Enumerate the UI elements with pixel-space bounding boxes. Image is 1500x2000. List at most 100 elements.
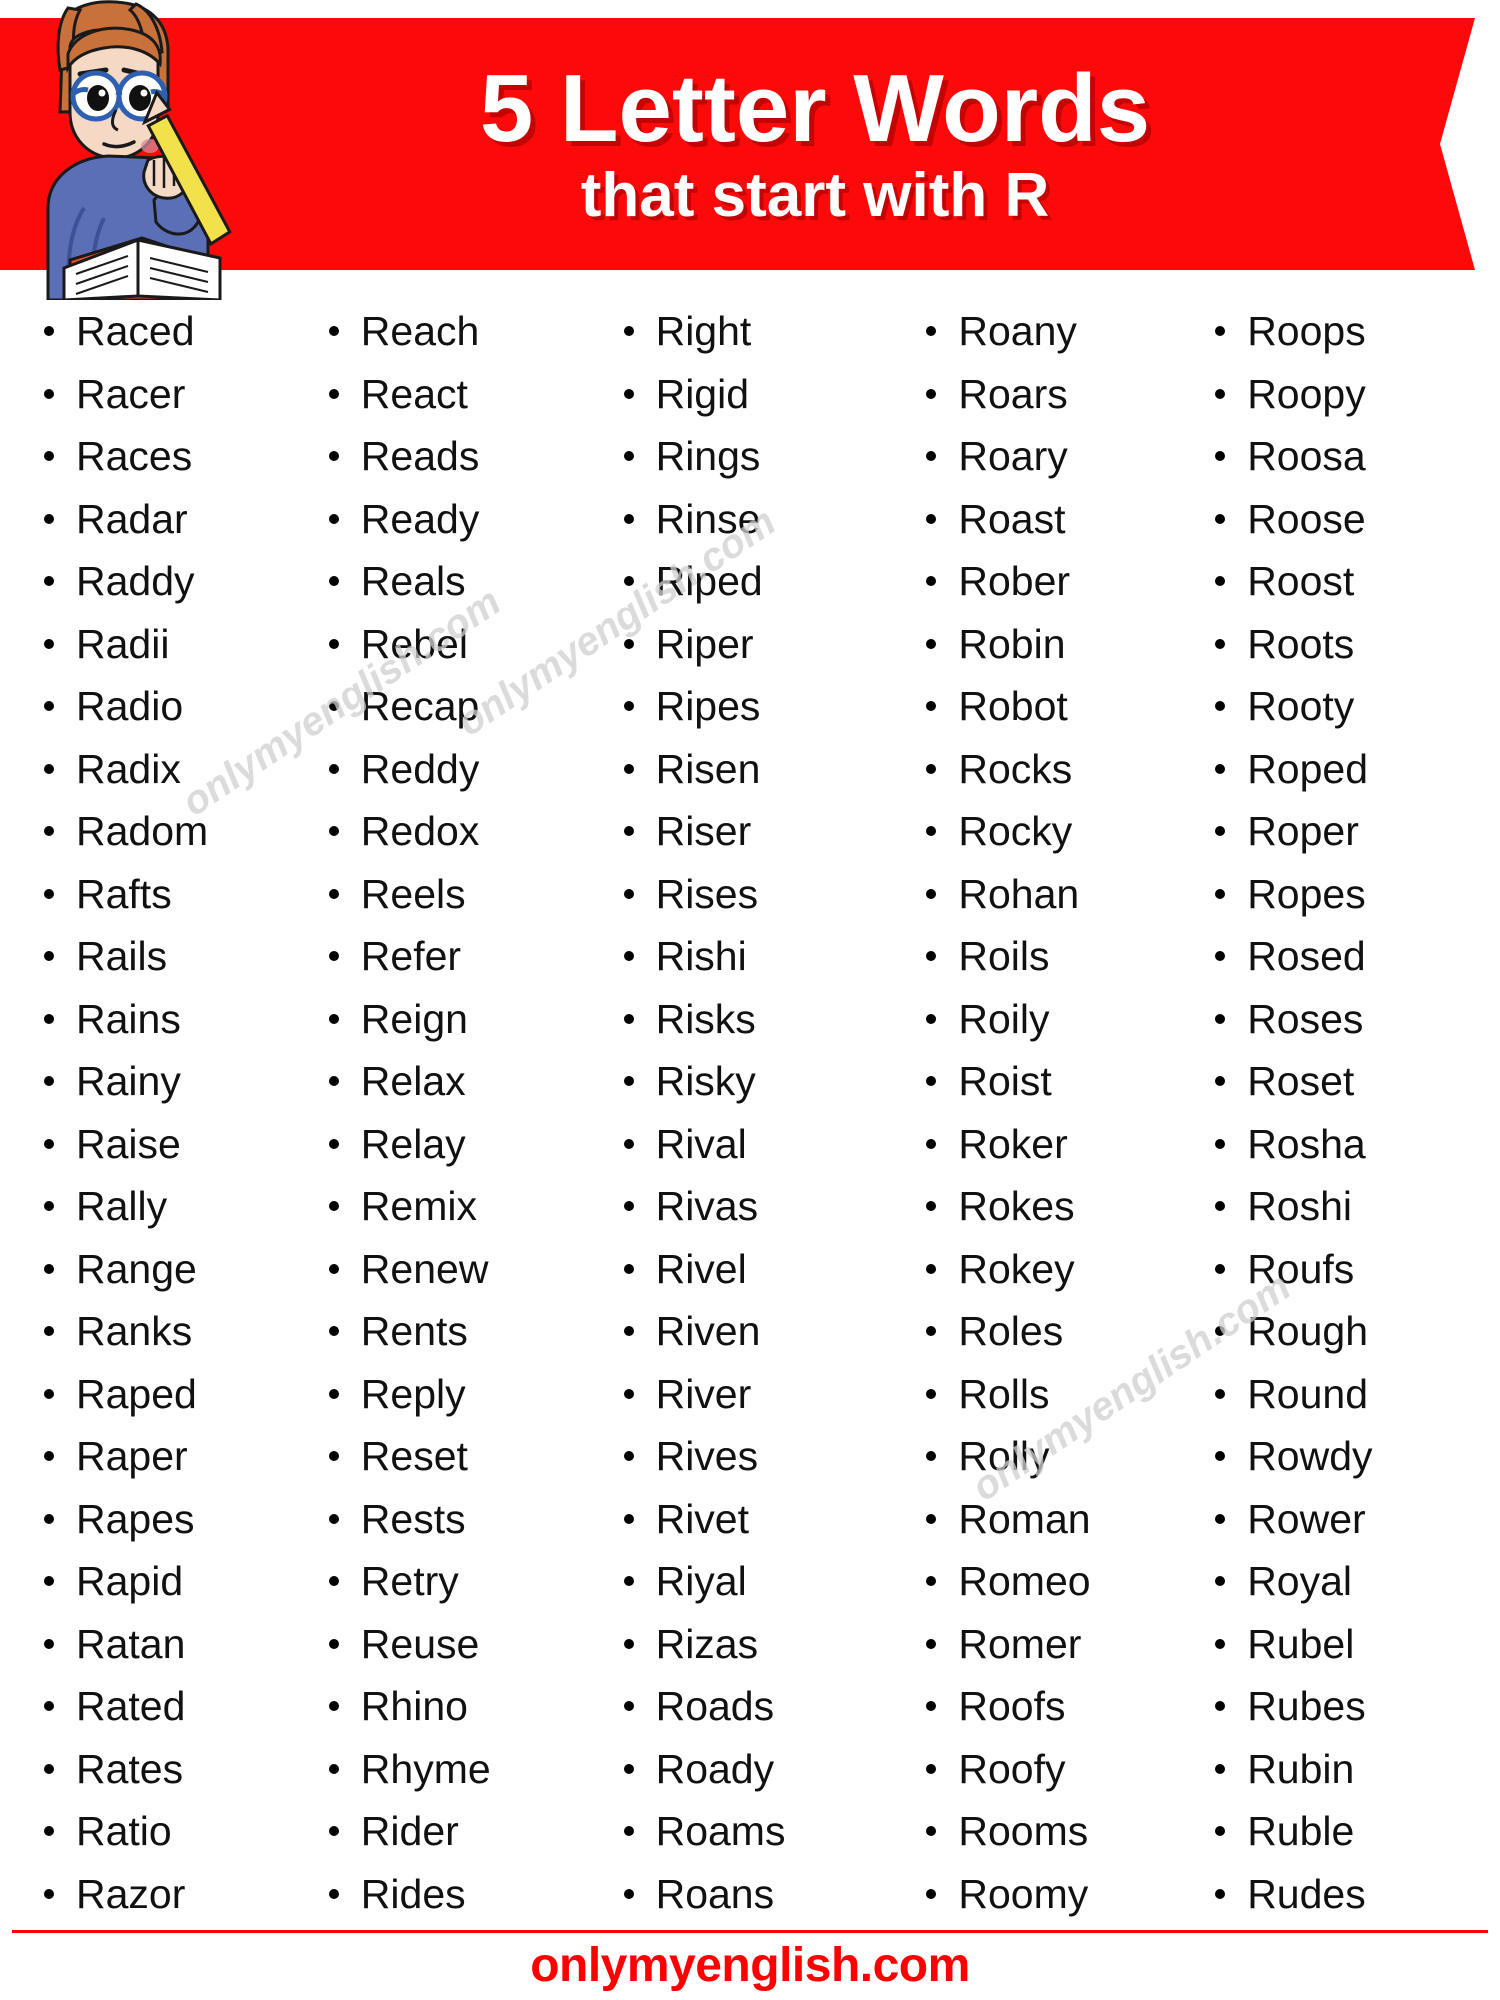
bullet-icon [926,1263,937,1274]
bullet-icon [926,1388,937,1399]
list-item: Roses [1195,988,1492,1051]
word-text: Rocks [958,745,1073,792]
word-text: Rails [76,933,168,979]
word-text: Roman [958,1495,1091,1542]
word-text: Rocky [958,808,1073,854]
word-text: Radii [76,620,170,667]
word-text: Riyal [655,1558,747,1604]
list-item: Races [8,425,305,488]
bullet-icon [926,1513,937,1524]
bullet-icon [44,451,54,461]
bullet-icon [926,1201,937,1211]
word-text: Roady [655,1745,775,1792]
word-text: Radix [76,745,181,792]
list-item: Rishi [602,925,899,988]
word-text: Reign [360,995,468,1042]
bullet-icon [328,1763,339,1774]
word-text: Ratan [76,1620,186,1667]
word-text: River [655,1370,752,1417]
list-item: Roars [898,363,1195,426]
word-list-infographic: 5 Letter Words that start with R Raced R… [0,0,1500,2000]
list-item: Renew [305,1238,602,1301]
word-text: Rafts [76,870,172,917]
word-text: Reads [360,433,480,479]
word-text: Roils [958,933,1050,979]
word-text: Rises [655,870,759,917]
list-item: Roils [898,925,1195,988]
word-text: Rubel [1247,1620,1355,1667]
list-item: Roomy [898,1863,1195,1926]
bullet-icon [1215,1076,1226,1086]
word-columns: Raced Racer Races Radar Raddy Radii Radi… [0,300,1500,1917]
bullet-icon [44,763,54,774]
word-text: Raise [76,1120,181,1167]
bullet-icon [328,388,339,399]
list-item: Rigid [602,363,899,426]
word-text: Roshi [1247,1183,1353,1229]
list-item: Rolls [898,1363,1195,1426]
bullet-icon [623,576,634,586]
bullet-icon [926,888,937,899]
word-column-1: Raced Racer Races Radar Raddy Radii Radi… [8,300,305,1917]
word-text: Riped [655,558,763,604]
bullet-icon [623,1701,634,1711]
list-item: Razor [8,1863,305,1926]
list-item: Ripes [602,675,899,738]
word-text: Roams [655,1808,786,1854]
list-item: Roary [898,425,1195,488]
bullet-icon [1215,1263,1226,1274]
list-item: Roots [1195,613,1492,676]
bullet-icon [623,451,634,461]
list-item: Rises [602,863,899,926]
word-text: Rivel [655,1245,747,1292]
list-item: Risks [602,988,899,1051]
bullet-icon [328,1638,339,1649]
word-text: Raced [76,308,195,354]
bullet-icon [623,638,634,649]
bullet-icon [926,326,937,336]
bullet-icon [623,763,634,774]
list-item: Rooty [1195,675,1492,738]
list-item: Romer [898,1613,1195,1676]
list-item: Rohan [898,863,1195,926]
list-item: Rafts [8,863,305,926]
list-item: Rocky [898,800,1195,863]
page-title: 5 Letter Words [479,54,1151,162]
list-item: Rainy [8,1050,305,1113]
list-item: Reddy [305,738,602,801]
list-item: Rinse [602,488,899,551]
list-item: Relax [305,1050,602,1113]
bullet-icon [328,1888,339,1899]
word-text: Roans [655,1870,775,1917]
bullet-icon [623,326,634,336]
word-text: Right [655,308,752,354]
word-text: Rooty [1247,683,1355,729]
list-item: Roset [1195,1050,1492,1113]
word-text: Rhino [360,1683,468,1729]
word-text: Roads [655,1683,775,1729]
list-item: React [305,363,602,426]
list-item: Robot [898,675,1195,738]
bullet-icon [44,1138,54,1149]
bullet-icon [1215,1763,1226,1774]
word-text: Roper [1247,808,1359,854]
bullet-icon [328,1326,339,1336]
word-text: Raper [76,1433,188,1479]
word-text: Rests [360,1495,466,1542]
word-text: Ripes [655,683,761,729]
list-item: Rider [305,1800,602,1863]
bullet-icon [44,1013,54,1024]
list-item: Ruble [1195,1800,1492,1863]
bullet-icon [1215,1701,1226,1711]
list-item: Roofy [898,1738,1195,1801]
list-item: Ratio [8,1800,305,1863]
word-text: Round [1247,1370,1369,1417]
bullet-icon [328,1138,339,1149]
bullet-icon [44,1263,54,1274]
bullet-icon [926,1451,937,1461]
bullet-icon [44,576,54,586]
list-item: Robin [898,613,1195,676]
word-text: Roset [1247,1058,1355,1104]
word-text: Roost [1247,558,1355,604]
word-text: Rizas [655,1620,759,1667]
